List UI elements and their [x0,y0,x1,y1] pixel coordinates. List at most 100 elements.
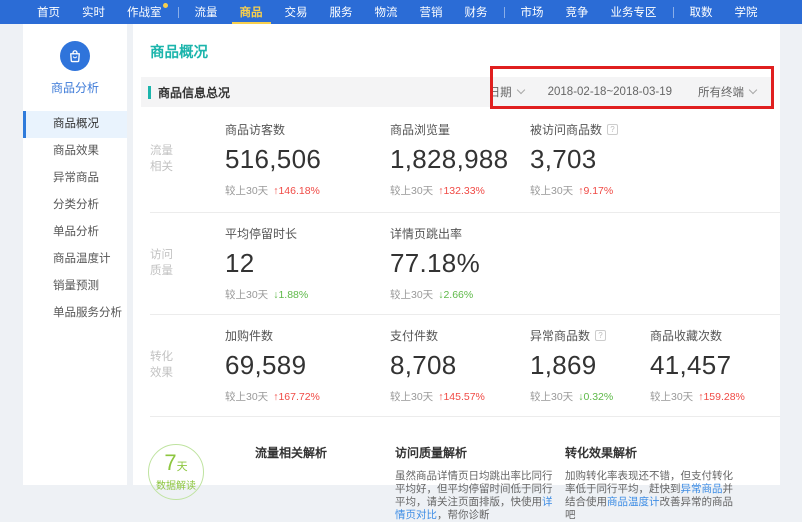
chevron-down-icon [516,86,524,94]
compare-label: 较上30天 [225,287,268,302]
terminal-dropdown[interactable]: 所有终端 [698,84,756,100]
delta-value: 0.32% [583,391,613,403]
badge-days-unit: 天 [177,461,188,473]
delta-value: 1.88% [278,289,308,301]
compare-label: 较上30天 [530,389,573,404]
metric-cart-adds: 加购件数 69,589 较上30天↑167.72% [225,327,390,404]
top-nav: 首页 实时 作战室 流量 商品 交易 服务 物流 营销 财务 市场 竞争 业务专… [0,0,802,24]
sidebar-item-abnormal-products[interactable]: 异常商品 [23,165,127,192]
sidebar-menu: 商品概况 商品效果 异常商品 分类分析 单品分析 商品温度计 销量预测 单品服务… [23,111,127,327]
metric-value: 3,703 [530,144,650,175]
metric-compare: 较上30天↑167.72% [225,389,390,404]
metric-value: 77.18% [390,248,530,279]
metric-row-conversion: 转化效果 加购件数 69,589 较上30天↑167.72% 支付件数 8,70… [150,315,780,417]
insight-conversion: 转化效果解析 加购转化率表现还不错，但支付转化率低于同行平均，赶快到异常商品并结… [565,444,735,522]
metric-label: 商品访客数 [225,121,285,138]
metric-value: 69,589 [225,350,390,381]
metric-group-label: 转化效果 [150,350,180,381]
insight-text: 加购转化率表现还不错，但支付转化率低于同行平均，赶快到异常商品并结合使用商品温度… [565,470,735,522]
nav-item-academy[interactable]: 学院 [724,0,769,24]
metric-compare: 较上30天↑159.28% [650,389,780,404]
nav-divider [504,7,505,18]
notification-dot-icon [163,3,168,8]
page-title: 商品概况 [133,24,780,62]
metric-compare: 较上30天↓0.32% [530,389,650,404]
chevron-down-icon [749,86,757,94]
metric-compare: 较上30天↓1.88% [225,287,390,302]
metric-product-favorites: 商品收藏次数 41,457 较上30天↑159.28% [650,327,780,404]
sidebar-item-sales-forecast[interactable]: 销量预测 [23,273,127,300]
metric-label: 平均停留时长 [225,225,297,242]
delta-value: 2.66% [443,289,473,301]
sidebar-item-category-analysis[interactable]: 分类分析 [23,192,127,219]
metric-group-label: 访问质量 [150,248,180,279]
badge-days: 7 [164,450,176,475]
nav-item-war-room[interactable]: 作战室 [116,0,173,24]
nav-item-home[interactable]: 首页 [26,0,71,24]
date-range-value[interactable]: 2018-02-18~2018-03-19 [548,86,672,98]
nav-item-trade[interactable]: 交易 [274,0,319,24]
sidebar: 商品分析 商品概况 商品效果 异常商品 分类分析 单品分析 商品温度计 销量预测… [23,24,127,485]
nav-item-realtime[interactable]: 实时 [71,0,116,24]
nav-item-competition[interactable]: 竞争 [555,0,600,24]
terminal-dropdown-label: 所有终端 [698,84,744,100]
delta-value: 9.17% [583,185,613,197]
nav-item-marketing[interactable]: 营销 [409,0,454,24]
metric-value: 516,506 [225,144,390,175]
date-dropdown[interactable]: 日期 [489,84,524,100]
insight-title: 访问质量解析 [395,444,555,461]
metric-value: 41,457 [650,350,780,381]
metric-compare: 较上30天↑146.18% [225,183,390,198]
nav-item-market[interactable]: 市场 [510,0,555,24]
delta-value: 146.18% [278,185,319,197]
compare-label: 较上30天 [225,389,268,404]
nav-item-finance[interactable]: 财务 [454,0,499,24]
metrics-panel: 流量相关 商品访客数 516,506 较上30天↑146.18% 商品浏览量 1… [133,107,780,417]
metric-value: 12 [225,248,390,279]
metric-label: 商品收藏次数 [650,327,722,344]
product-analysis-bag-icon [60,41,90,71]
compare-label: 较上30天 [390,183,433,198]
metric-label: 加购件数 [225,327,273,344]
filter-controls: 日期 2018-02-18~2018-03-19 所有终端 [489,84,772,100]
metric-label: 被访问商品数 [530,121,602,138]
sidebar-item-single-item-service[interactable]: 单品服务分析 [23,300,127,327]
metric-abnormal-products: 异常商品数? 1,869 较上30天↓0.32% [530,327,650,404]
insight-text-segment: ，帮你诊断 [437,509,490,521]
section-accent-bar [148,86,151,99]
product-thermometer-link[interactable]: 商品温度计 [607,496,660,508]
nav-item-traffic[interactable]: 流量 [184,0,229,24]
nav-item-data-fetch[interactable]: 取数 [679,0,724,24]
metric-paid-items: 支付件数 8,708 较上30天↑145.57% [390,327,530,404]
nav-item-logistics[interactable]: 物流 [364,0,409,24]
metric-value: 8,708 [390,350,530,381]
nav-divider [673,7,674,18]
metric-group-label: 流量相关 [150,144,180,175]
insight-text-segment: 虽然商品详情页日均跳出率比同行平均好，但平均停留时间低于同行平均，请关注页面排版… [395,470,553,508]
metric-compare: 较上30天↑145.57% [390,389,530,404]
nav-item-service[interactable]: 服务 [319,0,364,24]
metric-avg-stay-time: 平均停留时长 12 较上30天↓1.88% [225,225,390,302]
delta-value: 167.72% [278,391,319,403]
page-body: 商品分析 商品概况 商品效果 异常商品 分类分析 单品分析 商品温度计 销量预测… [0,24,802,485]
metric-label: 异常商品数 [530,327,590,344]
insight-visit-quality: 访问质量解析 虽然商品详情页日均跳出率比同行平均好，但平均停留时间低于同行平均，… [395,444,555,522]
help-icon[interactable]: ? [607,124,618,135]
nav-item-product-active[interactable]: 商品 [229,0,274,24]
help-icon[interactable]: ? [595,330,606,341]
sidebar-item-product-overview[interactable]: 商品概况 [23,111,127,138]
sidebar-item-product-thermometer[interactable]: 商品温度计 [23,246,127,273]
date-dropdown-label: 日期 [489,84,512,100]
metric-compare: 较上30天↓2.66% [390,287,530,302]
metric-compare: 较上30天↑9.17% [530,183,650,198]
sidebar-item-product-effect[interactable]: 商品效果 [23,138,127,165]
seven-day-insight-badge: 7天 数据解读 [148,444,204,500]
nav-divider [178,7,179,18]
delta-value: 145.57% [443,391,484,403]
compare-label: 较上30天 [390,287,433,302]
metric-value: 1,869 [530,350,650,381]
sidebar-item-single-item-analysis[interactable]: 单品分析 [23,219,127,246]
delta-value: 132.33% [443,185,484,197]
nav-item-business-zone[interactable]: 业务专区 [600,0,668,24]
compare-label: 较上30天 [530,183,573,198]
